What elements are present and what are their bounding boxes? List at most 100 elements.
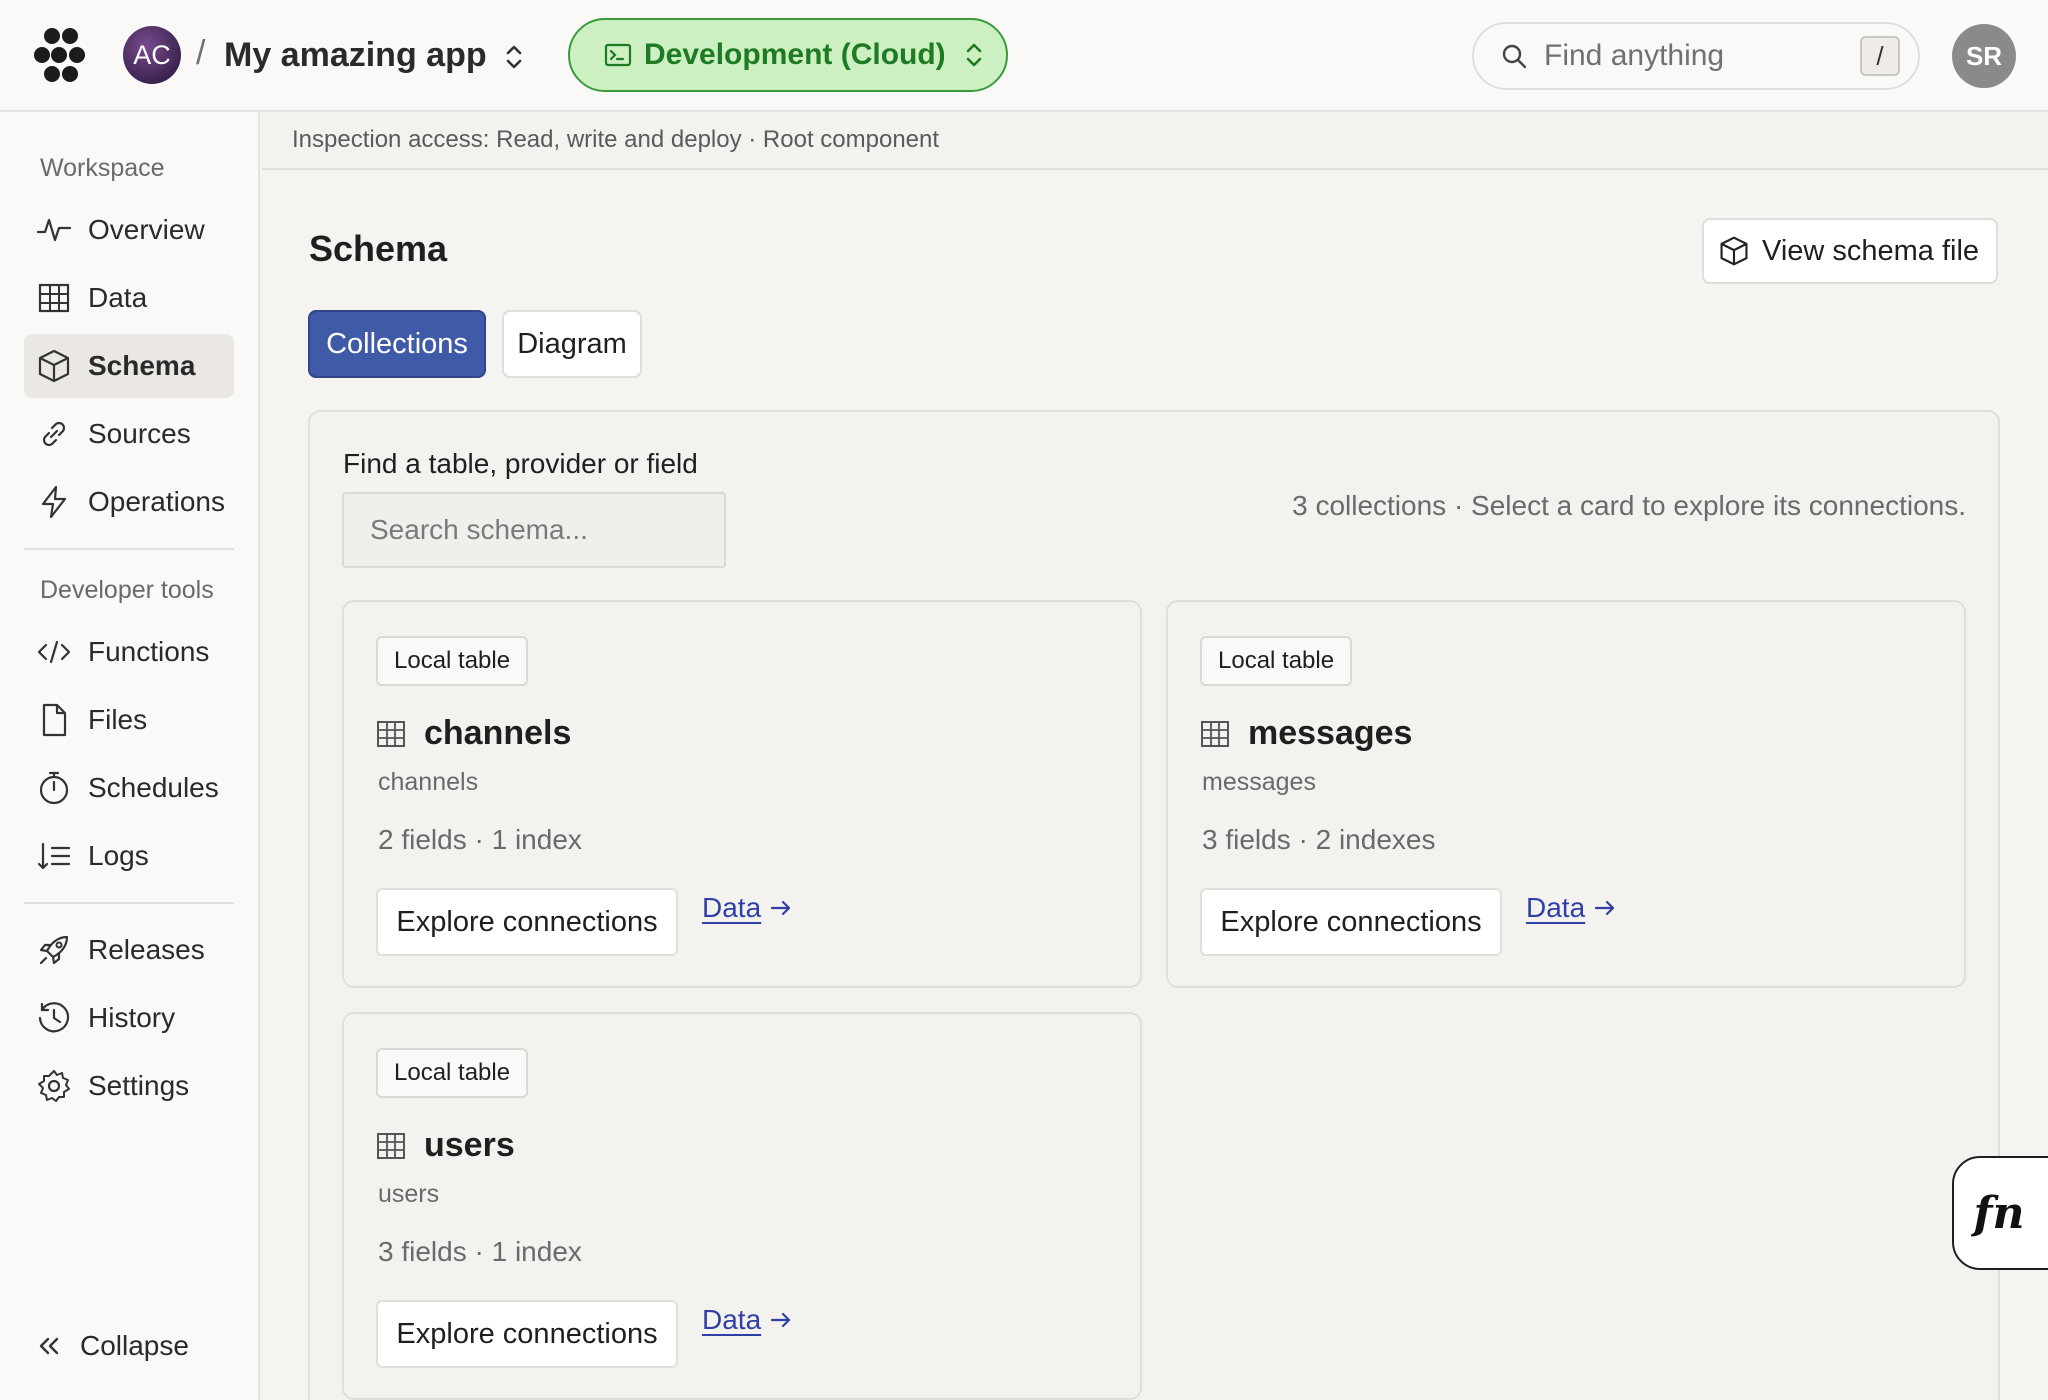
gear-icon bbox=[36, 1068, 72, 1104]
cube-icon bbox=[36, 348, 72, 384]
sidebar-item-sources[interactable]: Sources bbox=[24, 402, 234, 466]
sidebar-item-label: Releases bbox=[88, 934, 205, 965]
sidebar-item-label: Sources bbox=[88, 418, 191, 449]
deployment-label: Development (Cloud) bbox=[644, 38, 946, 71]
table-icon bbox=[376, 1131, 406, 1161]
user-avatar[interactable]: SR bbox=[1952, 24, 2016, 88]
sidebar-item-label: Data bbox=[88, 282, 148, 313]
data-link[interactable]: Data bbox=[702, 1304, 793, 1336]
explore-connections-button[interactable]: Explore connections bbox=[1200, 888, 1502, 956]
collection-type-badge: Local table bbox=[1200, 636, 1353, 686]
rocket-icon bbox=[36, 932, 72, 968]
project-name[interactable]: My amazing app bbox=[224, 36, 487, 75]
arrow-right-icon bbox=[769, 1309, 793, 1331]
sidebar-item-settings[interactable]: Settings bbox=[24, 1054, 234, 1118]
collection-subtitle: channels bbox=[378, 768, 479, 796]
explore-connections-button[interactable]: Explore connections bbox=[376, 1300, 678, 1368]
data-link[interactable]: Data bbox=[1526, 892, 1617, 924]
sidebar: Workspace Overview Data Schema Sources O… bbox=[0, 112, 260, 1400]
sidebar-item-label: Logs bbox=[88, 840, 149, 871]
chevron-up-down-icon bbox=[962, 39, 986, 71]
collection-name: channels bbox=[424, 714, 572, 752]
collections-summary: 3 collections · Select a card to explore… bbox=[1292, 490, 1966, 521]
arrow-right-icon bbox=[1593, 897, 1617, 919]
collection-subtitle: messages bbox=[1202, 768, 1316, 796]
collection-card-messages[interactable]: Local table messages messages 3 fields ·… bbox=[1166, 600, 1966, 988]
collection-card-users[interactable]: Local table users users 3 fields · 1 ind… bbox=[342, 1012, 1142, 1400]
sidebar-item-label: Overview bbox=[88, 214, 205, 245]
stopwatch-icon bbox=[36, 770, 72, 806]
schema-filter-label: Find a table, provider or field bbox=[343, 448, 698, 479]
collection-stats: 2 fields · 1 index bbox=[378, 824, 582, 855]
sidebar-item-schedules[interactable]: Schedules bbox=[24, 756, 234, 820]
project-switcher-chevron-icon[interactable] bbox=[500, 40, 528, 74]
terminal-icon bbox=[604, 42, 632, 68]
sidebar-item-overview[interactable]: Overview bbox=[24, 198, 234, 262]
search-icon bbox=[1500, 42, 1528, 70]
sidebar-item-schema[interactable]: Schema bbox=[24, 334, 234, 398]
collection-stats: 3 fields · 1 index bbox=[378, 1236, 582, 1267]
lightning-icon bbox=[36, 484, 72, 520]
function-runner-button[interactable]: fn bbox=[1952, 1156, 2048, 1270]
schema-search-input[interactable]: Search schema... bbox=[342, 492, 726, 568]
sidebar-divider bbox=[24, 548, 234, 550]
sidebar-item-logs[interactable]: Logs bbox=[24, 824, 234, 888]
table-icon bbox=[1200, 719, 1230, 749]
collection-name: users bbox=[424, 1126, 515, 1164]
top-bar: AC / My amazing app Development (Cloud) … bbox=[0, 0, 2048, 112]
sidebar-item-label: Settings bbox=[88, 1070, 190, 1101]
table-icon bbox=[36, 280, 72, 316]
app-logo-icon[interactable] bbox=[30, 26, 88, 84]
team-avatar[interactable]: AC bbox=[123, 26, 181, 84]
sidebar-item-label: Operations bbox=[88, 486, 225, 517]
sidebar-item-label: Files bbox=[88, 704, 148, 735]
collection-name: messages bbox=[1248, 714, 1413, 752]
collection-type-badge: Local table bbox=[376, 1048, 529, 1098]
view-schema-file-button[interactable]: View schema file bbox=[1702, 218, 1998, 284]
activity-icon bbox=[36, 212, 72, 248]
deployment-selector[interactable]: Development (Cloud) bbox=[568, 18, 1008, 92]
tab-collections[interactable]: Collections bbox=[308, 310, 486, 378]
data-link[interactable]: Data bbox=[702, 892, 793, 924]
sidebar-item-releases[interactable]: Releases bbox=[24, 918, 234, 982]
collection-type-badge: Local table bbox=[376, 636, 529, 686]
sidebar-item-files[interactable]: Files bbox=[24, 688, 234, 752]
sidebar-item-label: Schema bbox=[88, 350, 196, 381]
logs-icon bbox=[36, 838, 72, 874]
collapse-sidebar-button[interactable]: Collapse bbox=[34, 1330, 189, 1362]
search-shortcut-key: / bbox=[1860, 36, 1900, 76]
file-icon bbox=[36, 702, 72, 738]
code-icon bbox=[36, 634, 72, 670]
collection-stats: 3 fields · 2 indexes bbox=[1202, 824, 1436, 855]
global-search-input[interactable]: Find anything / bbox=[1472, 22, 1920, 90]
sidebar-divider bbox=[24, 902, 234, 904]
sidebar-item-history[interactable]: History bbox=[24, 986, 234, 1050]
sidebar-heading-workspace: Workspace bbox=[40, 154, 165, 182]
data-link-label: Data bbox=[1526, 892, 1586, 923]
cube-icon bbox=[1718, 235, 1750, 267]
explore-connections-button[interactable]: Explore connections bbox=[376, 888, 678, 956]
sidebar-item-operations[interactable]: Operations bbox=[24, 470, 234, 534]
collapse-label: Collapse bbox=[80, 1330, 189, 1361]
breadcrumb-separator: / bbox=[196, 34, 206, 72]
inspection-info-bar: Inspection access: Read, write and deplo… bbox=[262, 112, 2048, 170]
tab-diagram[interactable]: Diagram bbox=[502, 310, 642, 378]
link-icon bbox=[36, 416, 72, 452]
page-title: Schema bbox=[309, 228, 448, 269]
collection-subtitle: users bbox=[378, 1180, 440, 1208]
sidebar-item-functions[interactable]: Functions bbox=[24, 620, 234, 684]
sidebar-item-label: Schedules bbox=[88, 772, 219, 803]
sidebar-item-label: Functions bbox=[88, 636, 210, 667]
view-schema-file-label: View schema file bbox=[1762, 234, 1980, 267]
table-icon bbox=[376, 719, 406, 749]
data-link-label: Data bbox=[702, 892, 762, 923]
history-icon bbox=[36, 1000, 72, 1036]
sidebar-heading-developer-tools: Developer tools bbox=[40, 576, 214, 604]
sidebar-item-label: History bbox=[88, 1002, 176, 1033]
search-placeholder: Find anything bbox=[1544, 39, 1725, 72]
chevrons-left-icon bbox=[34, 1331, 64, 1361]
sidebar-item-data[interactable]: Data bbox=[24, 266, 234, 330]
data-link-label: Data bbox=[702, 1304, 762, 1335]
arrow-right-icon bbox=[769, 897, 793, 919]
collection-card-channels[interactable]: Local table channels channels 2 fields ·… bbox=[342, 600, 1142, 988]
